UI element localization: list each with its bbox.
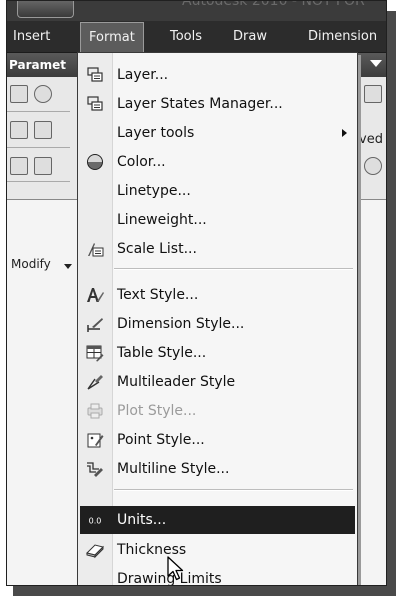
menu-item-label: Multiline Style...	[117, 461, 230, 477]
ribbon-row-divider	[7, 147, 70, 148]
menu-item-label: Dimension Style...	[117, 316, 245, 332]
text-style-icon	[87, 288, 104, 302]
submenu-arrow-icon	[342, 129, 347, 137]
light-bulb-icon[interactable]	[364, 157, 382, 175]
menu-item-units[interactable]: 0.0 Units...	[80, 506, 355, 534]
menu-tools[interactable]: Tools	[170, 21, 202, 52]
ribbon-tab-parametric[interactable]: Paramet	[9, 53, 66, 77]
modify-dropdown-icon[interactable]	[64, 264, 72, 269]
menu-item-label: Layer...	[117, 67, 169, 83]
units-icon-text: 0.0	[89, 517, 102, 526]
menu-item-layer-tools[interactable]: Layer tools	[80, 119, 355, 147]
table-style-icon	[86, 345, 104, 362]
ribbon-row-divider	[7, 111, 70, 112]
chamfer-tool-icon[interactable]	[34, 157, 52, 175]
ribbon-right-label: ved	[359, 132, 383, 147]
menu-item-label: Scale List...	[117, 241, 197, 257]
menu-item-multiline-style[interactable]: Multiline Style...	[80, 455, 355, 483]
application-button[interactable]	[17, 1, 74, 18]
title-bar: Autodesk 2010 - NOT FOR	[7, 1, 386, 21]
dimension-style-icon	[87, 318, 103, 332]
color-icon	[87, 154, 103, 170]
layer-icon	[87, 67, 103, 82]
scale-tool-icon[interactable]	[10, 85, 28, 103]
layer-tool-icon[interactable]	[364, 85, 382, 103]
menu-item-lineweight[interactable]: Lineweight...	[80, 206, 355, 234]
layer-states-icon	[87, 96, 103, 111]
plot-style-icon	[87, 403, 103, 419]
modify-panel-label[interactable]: Modify	[11, 257, 51, 271]
menu-item-layer[interactable]: Layer...	[80, 61, 355, 89]
menu-item-point-style[interactable]: Point Style...	[80, 426, 355, 454]
menu-separator-highlight	[114, 490, 353, 491]
menu-insert[interactable]: Insert	[13, 21, 50, 52]
point-style-icon	[87, 433, 104, 448]
menu-item-drawing-limits[interactable]: Drawing Limits	[80, 565, 355, 585]
menu-item-layer-states-manager[interactable]: Layer States Manager...	[80, 90, 355, 118]
menu-item-table-style[interactable]: Table Style...	[80, 339, 355, 367]
fillet-tool-icon[interactable]	[10, 157, 28, 175]
ribbon-row-divider	[7, 181, 70, 182]
menu-item-label: Plot Style...	[117, 403, 197, 419]
menu-item-linetype[interactable]: Linetype...	[80, 177, 355, 205]
menu-item-multileader-style[interactable]: Multileader Style	[80, 368, 355, 396]
ribbon-minimize-icon[interactable]	[370, 60, 382, 67]
menu-item-plot-style[interactable]: Plot Style...	[80, 397, 355, 425]
menu-item-label: Layer tools	[117, 125, 195, 141]
menu-item-label: Units...	[117, 512, 167, 528]
menu-bar: Insert Format Tools Draw Dimension	[7, 21, 386, 53]
menu-item-label: Text Style...	[117, 287, 199, 303]
window-title: Autodesk 2010 - NOT FOR	[182, 0, 365, 9]
menu-item-label: Layer States Manager...	[117, 96, 283, 112]
menu-format[interactable]: Format	[80, 22, 144, 52]
multiline-style-icon	[87, 462, 103, 477]
rotate-tool-icon[interactable]	[34, 85, 52, 103]
menu-item-label: Color...	[117, 154, 166, 170]
menu-item-label: Multileader Style	[117, 374, 236, 390]
menu-item-label: Linetype...	[117, 183, 191, 199]
format-menu: Layer... Layer States Manager... Layer t…	[77, 52, 358, 585]
application-window: Autodesk 2010 - NOT FOR Insert Format To…	[6, 0, 387, 586]
menu-dimension[interactable]: Dimension	[308, 21, 377, 52]
mouse-pointer-icon	[167, 556, 184, 581]
multileader-style-icon	[87, 375, 103, 390]
menu-item-label: Table Style...	[117, 345, 207, 361]
menu-separator-highlight	[114, 269, 353, 270]
menu-item-label: Lineweight...	[117, 212, 207, 228]
menu-draw[interactable]: Draw	[233, 21, 267, 52]
stretch-tool-icon[interactable]	[10, 121, 28, 139]
menu-item-color[interactable]: Color...	[80, 148, 355, 176]
units-icon: 0.0	[86, 515, 104, 526]
menu-item-thickness[interactable]: Thickness	[80, 536, 355, 564]
thickness-icon	[86, 544, 104, 559]
menu-item-label: Point Style...	[117, 432, 205, 448]
scale-list-icon	[88, 243, 104, 257]
array-tool-icon[interactable]	[34, 121, 52, 139]
menu-item-scale-list[interactable]: Scale List...	[80, 235, 355, 263]
menu-item-text-style[interactable]: Text Style...	[80, 281, 355, 309]
menu-item-dimension-style[interactable]: Dimension Style...	[80, 310, 355, 338]
